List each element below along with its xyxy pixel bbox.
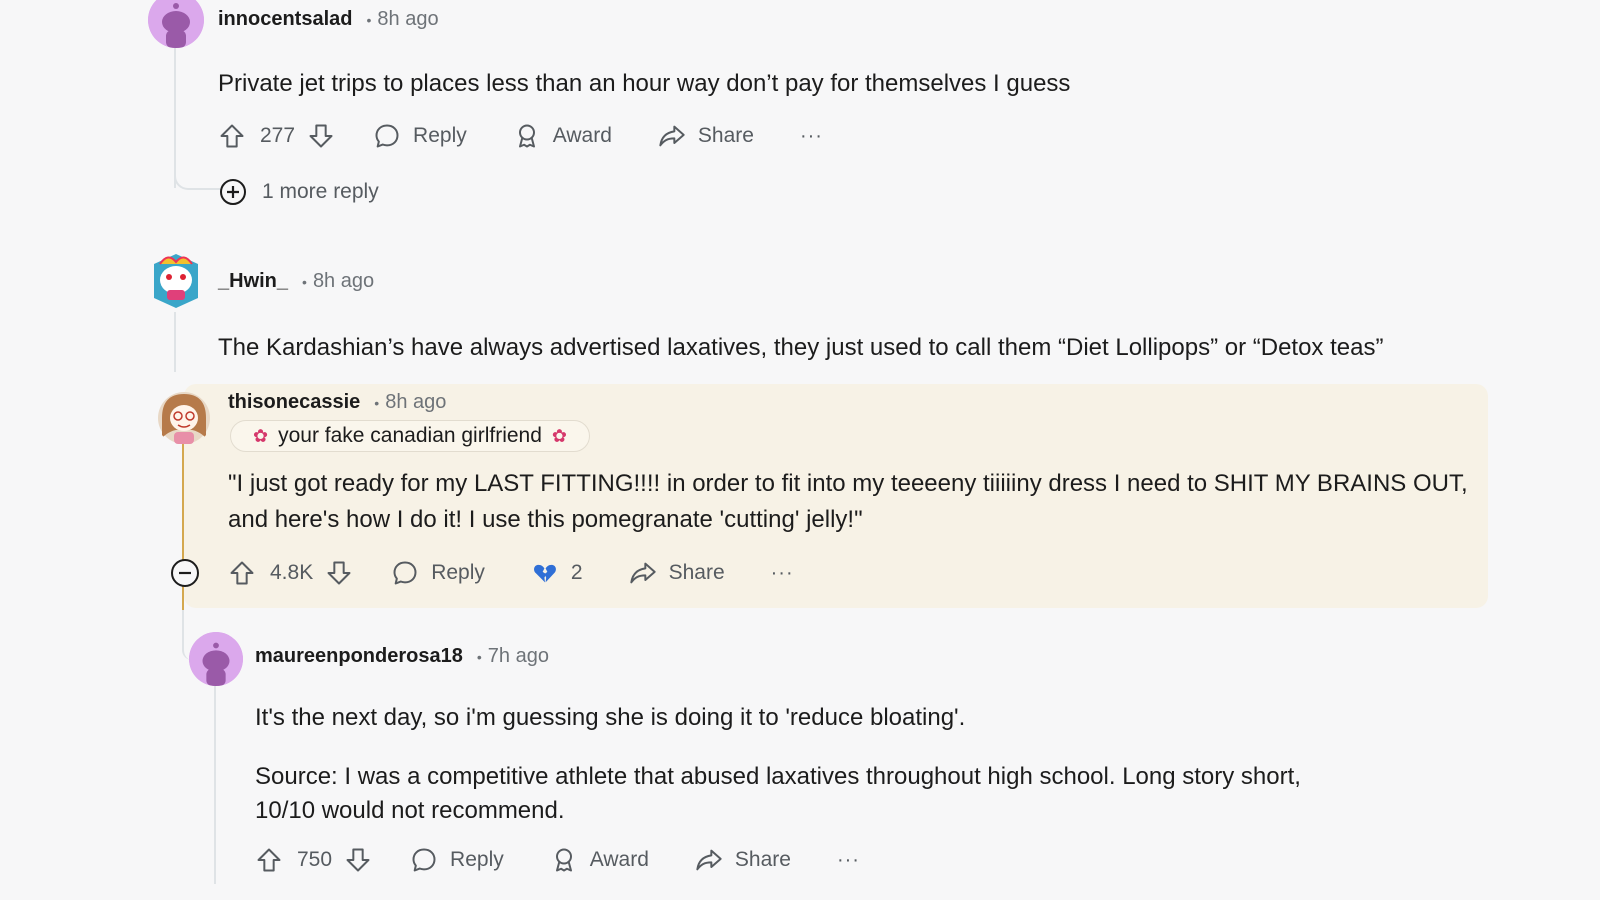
comment-body: "I just got ready for my LAST FITTING!!!… (228, 470, 1468, 533)
downvote-icon[interactable] (325, 559, 353, 587)
snoo-icon (148, 0, 204, 48)
flair-text: your fake canadian girlfriend (278, 424, 542, 447)
downvote-icon[interactable] (344, 846, 372, 874)
username[interactable]: maureenponderosa18 (255, 645, 463, 668)
vote-group: 4.8K (228, 559, 353, 587)
expand-replies-button[interactable] (220, 179, 246, 205)
user-flair: ✿ your fake canadian girlfriend ✿ (230, 420, 591, 452)
thread-line (174, 312, 176, 372)
comment-actions: 750 Reply Award Share ··· (255, 843, 860, 877)
minus-icon (179, 571, 191, 575)
more-options-button[interactable]: ··· (771, 562, 794, 585)
maple-leaf-icon: ✿ (253, 425, 269, 446)
comment-bubble-icon (373, 122, 401, 150)
reply-button[interactable]: Reply (391, 559, 485, 587)
timestamp[interactable]: 7h ago (488, 645, 549, 668)
award-label: Award (589, 848, 649, 871)
reply-label: Reply (431, 561, 485, 584)
share-button[interactable]: Share (695, 846, 791, 874)
award-button[interactable]: Award (550, 846, 649, 874)
plus-icon (227, 186, 239, 198)
comment-bubble-icon (410, 846, 438, 874)
reply-label: Reply (450, 848, 504, 871)
vote-count: 750 (297, 848, 333, 871)
comment-meta: thisonecassie • 8h ago (228, 391, 446, 414)
vote-group: 277 (218, 122, 335, 150)
username[interactable]: thisonecassie (228, 391, 360, 414)
thread-line (214, 684, 216, 884)
award-count: 2 (570, 561, 583, 584)
separator-dot: • (302, 273, 307, 290)
share-button[interactable]: Share (629, 559, 725, 587)
vote-group: 750 (255, 846, 372, 874)
awards-button[interactable]: 2 (531, 559, 583, 587)
avatar[interactable] (156, 388, 212, 446)
award-button[interactable]: Award (513, 122, 612, 150)
comment-meta: maureenponderosa18 • 7h ago (255, 645, 549, 668)
share-button[interactable]: Share (658, 122, 754, 150)
avatar[interactable] (189, 632, 243, 686)
share-icon (695, 846, 723, 874)
award-icon (513, 122, 541, 150)
more-options-button[interactable]: ··· (837, 849, 860, 872)
award-label: Award (552, 124, 612, 147)
share-icon (629, 559, 657, 587)
broken-heart-icon (533, 564, 556, 583)
separator-dot: • (476, 648, 482, 665)
username[interactable]: innocentsalad (218, 8, 352, 31)
avatar[interactable] (148, 250, 204, 310)
upvote-icon[interactable] (228, 559, 256, 587)
comment-body: The Kardashian’s have always advertised … (218, 334, 1384, 361)
share-label: Share (734, 848, 791, 871)
vote-count: 4.8K (270, 561, 314, 584)
snoo-avatar-icon (154, 254, 198, 308)
comment-body-paragraph: It's the next day, so i'm guessing she i… (255, 704, 966, 731)
comment-actions: 277 Reply Award Share ··· (218, 119, 823, 153)
timestamp[interactable]: 8h ago (377, 8, 438, 31)
comment-body-paragraph: Source: I was a competitive athlete that… (255, 763, 1301, 824)
username[interactable]: _Hwin_ (218, 270, 288, 293)
share-icon (658, 122, 686, 150)
comment-body: Private jet trips to places less than an… (218, 70, 1071, 97)
reply-button[interactable]: Reply (410, 846, 504, 874)
timestamp[interactable]: 8h ago (385, 391, 446, 414)
share-label: Share (668, 561, 725, 584)
comment-bubble-icon (391, 559, 419, 587)
comment-actions: 4.8K Reply 2 Share ··· (228, 556, 794, 590)
reply-button[interactable]: Reply (373, 122, 467, 150)
downvote-icon[interactable] (307, 122, 335, 150)
upvote-icon[interactable] (255, 846, 283, 874)
thread-connector (174, 150, 220, 190)
more-replies-link[interactable]: 1 more reply (262, 180, 379, 204)
comment-meta: _Hwin_ • 8h ago (218, 270, 374, 293)
separator-dot: • (366, 11, 372, 28)
upvote-icon[interactable] (218, 122, 246, 150)
avatar[interactable] (148, 0, 204, 48)
share-label: Share (697, 124, 754, 147)
snoo-icon (189, 632, 243, 686)
collapse-thread-button[interactable] (171, 559, 199, 587)
separator-dot: • (374, 394, 380, 411)
maple-leaf-icon: ✿ (551, 425, 568, 446)
vote-count: 277 (260, 124, 296, 147)
more-options-button[interactable]: ··· (800, 125, 823, 148)
award-icon (550, 846, 578, 874)
snoo-avatar-icon (158, 392, 210, 444)
comment-meta: innocentsalad • 8h ago (218, 8, 439, 31)
reply-label: Reply (413, 124, 467, 147)
timestamp[interactable]: 8h ago (313, 270, 374, 293)
